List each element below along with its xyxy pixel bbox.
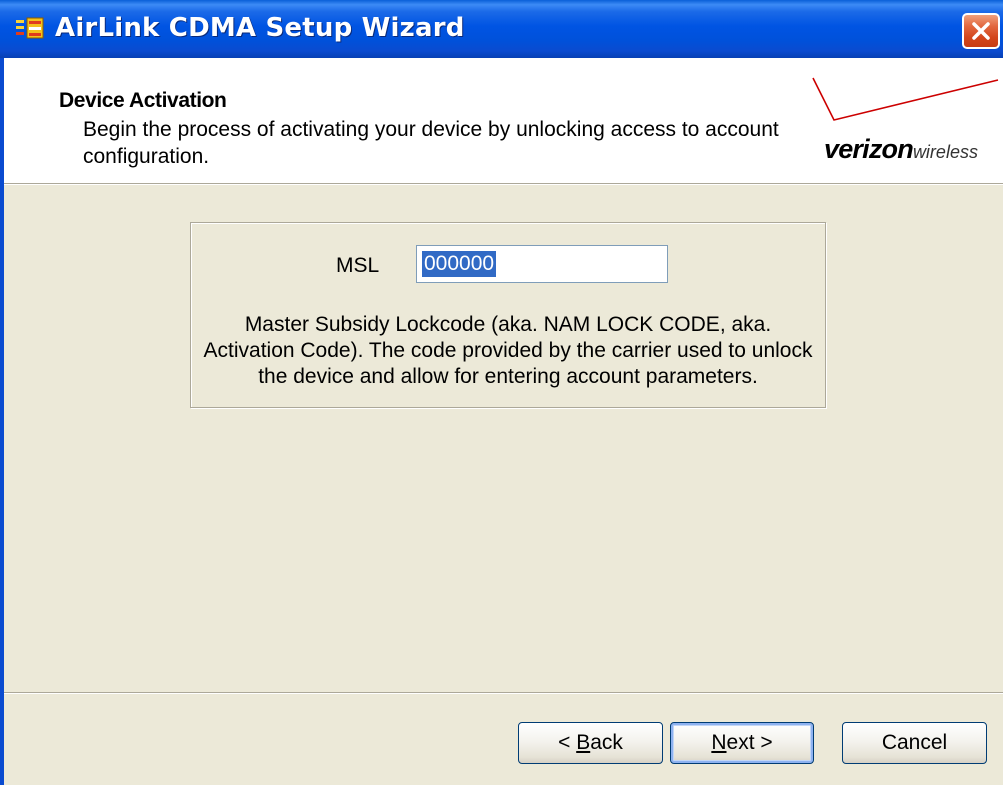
page-description: Begin the process of activating your dev… [83, 118, 779, 168]
next-button-rest: ext > [726, 731, 773, 754]
logo-brand: verizon [824, 134, 914, 164]
close-button[interactable] [962, 13, 1000, 49]
msl-input-value: 000000 [422, 251, 497, 277]
next-button[interactable]: Next > [670, 722, 814, 764]
logo-suffix: wireless [912, 142, 978, 162]
wizard-app-icon [16, 17, 44, 39]
footer-divider-highlight [4, 693, 1003, 694]
next-button-mnemonic: N [711, 731, 727, 754]
logo-wordmark: verizonwireless [824, 134, 978, 165]
msl-label: MSL [336, 254, 380, 277]
back-button-prefix: < [558, 731, 577, 754]
verizon-wireless-logo: verizonwireless [810, 76, 1003, 166]
header-divider-highlight [4, 184, 1003, 185]
msl-help-text: Master Subsidy Lockcode (aka. NAM LOCK C… [203, 313, 813, 388]
setup-wizard-window: AirLink CDMA Setup Wizard Device Activat… [0, 0, 1003, 785]
close-icon [972, 22, 990, 40]
msl-input[interactable]: 000000 [416, 245, 668, 283]
back-button[interactable]: < Back [518, 722, 663, 764]
title-bar[interactable]: AirLink CDMA Setup Wizard [0, 0, 1003, 58]
back-button-rest: ack [590, 731, 623, 754]
page-title: Device Activation [59, 89, 227, 112]
back-button-mnemonic: B [576, 731, 591, 754]
window-title: AirLink CDMA Setup Wizard [55, 13, 465, 43]
wizard-header: Device Activation Begin the process of a… [4, 58, 1003, 183]
verizon-check-mark [812, 77, 999, 121]
cancel-button[interactable]: Cancel [842, 722, 987, 764]
